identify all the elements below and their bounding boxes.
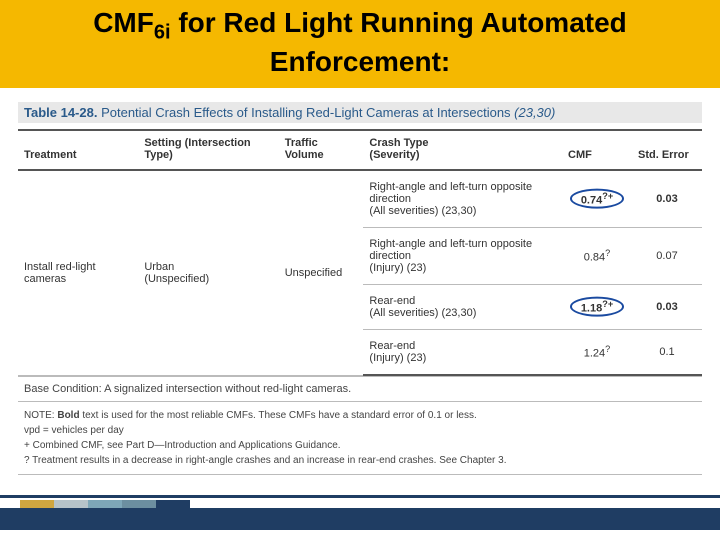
cell-crashtype: Right-angle and left-turn opposite direc…: [363, 228, 562, 285]
cmf-value: 1.18: [581, 303, 602, 315]
cell-cmf: 1.18?+: [562, 285, 632, 330]
cell-treatment: Install red-light cameras: [18, 170, 138, 375]
col-crashtype: Crash Type (Severity): [363, 130, 562, 170]
cell-crashtype: Rear-end (All severities) (23,30): [363, 285, 562, 330]
cell-crashtype: Right-angle and left-turn opposite direc…: [363, 170, 562, 228]
note-line-2: vpd = vehicles per day: [24, 425, 124, 436]
title-rest: for Red Light Running Automated Enforcem…: [171, 7, 627, 77]
table-caption-refs: (23,30): [514, 105, 555, 120]
cmf-table: Treatment Setting (Intersection Type) Tr…: [18, 129, 702, 376]
slide-title: CMF6i for Red Light Running Automated En…: [10, 6, 710, 78]
col-stderr: Std. Error: [632, 130, 702, 170]
note-bold-word: Bold: [57, 410, 79, 421]
cell-err: 0.07: [632, 228, 702, 285]
table-number: Table 14-28.: [24, 105, 97, 120]
cmf-value: 1.24: [584, 348, 605, 360]
cell-cmf: 0.84?: [562, 228, 632, 285]
cell-setting: Urban (Unspecified): [138, 170, 278, 375]
title-band: CMF6i for Red Light Running Automated En…: [0, 0, 720, 90]
cmf-marks: ?: [605, 344, 610, 354]
col-setting: Setting (Intersection Type): [138, 130, 278, 170]
table-row: Install red-light cameras Urban (Unspeci…: [18, 170, 702, 228]
cell-err: 0.03: [632, 170, 702, 228]
note-line-1: text is used for the most reliable CMFs.…: [80, 410, 477, 421]
cell-cmf: 1.24?: [562, 330, 632, 376]
table-header-row: Treatment Setting (Intersection Type) Tr…: [18, 130, 702, 170]
cell-err: 0.03: [632, 285, 702, 330]
note-line-4: ? Treatment results in a decrease in rig…: [24, 455, 507, 466]
footer-band: [0, 508, 720, 530]
cell-volume: Unspecified: [279, 170, 364, 375]
cmf-value: 0.74: [581, 195, 602, 207]
content-area: Table 14-28. Potential Crash Effects of …: [0, 90, 720, 475]
cmf-marks: ?: [605, 248, 610, 258]
note-line-3: + Combined CMF, see Part D—Introduction …: [24, 440, 341, 451]
col-cmf: CMF: [562, 130, 632, 170]
cell-err: 0.1: [632, 330, 702, 376]
footer-rule: [0, 495, 720, 498]
title-subscript: 6i: [154, 22, 171, 44]
cmf-marks: ?+: [602, 299, 613, 309]
slide: CMF6i for Red Light Running Automated En…: [0, 0, 720, 540]
table-caption-text: Potential Crash Effects of Installing Re…: [97, 105, 514, 120]
note-lead: NOTE:: [24, 410, 57, 421]
table-notes: NOTE: Bold text is used for the most rel…: [18, 402, 702, 475]
base-condition: Base Condition: A signalized intersectio…: [18, 376, 702, 402]
cell-crashtype: Rear-end (Injury) (23): [363, 330, 562, 376]
title-prefix: CMF: [93, 7, 154, 38]
footer-decoration: [0, 492, 720, 540]
table-caption: Table 14-28. Potential Crash Effects of …: [18, 102, 702, 123]
cell-cmf: 0.74?+: [562, 170, 632, 228]
cmf-value: 0.84: [584, 252, 605, 264]
col-treatment: Treatment: [18, 130, 138, 170]
cmf-marks: ?+: [602, 191, 613, 201]
col-volume: Traffic Volume: [279, 130, 364, 170]
